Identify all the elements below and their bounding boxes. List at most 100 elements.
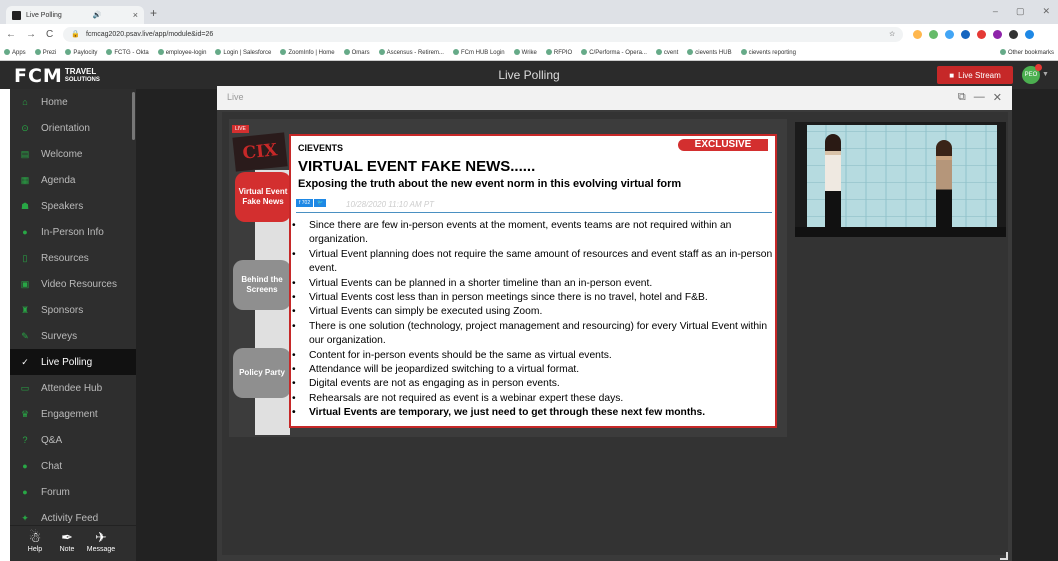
slide-bullet: Virtual Event planning does not require …: [292, 248, 776, 277]
sidebar-item-label: Chat: [41, 460, 63, 472]
tab-title: Live Polling: [26, 11, 62, 19]
bookmark-item[interactable]: ZoomInfo | Home: [280, 49, 334, 56]
video-icon: ▣: [20, 278, 30, 289]
close-window-button[interactable]: ✕: [1042, 6, 1050, 17]
extension-icon[interactable]: [1009, 29, 1019, 39]
sidebar-item-label: In-Person Info: [41, 226, 104, 238]
close-panel-icon[interactable]: ✕: [993, 91, 1002, 104]
bookmark-star-icon[interactable]: ☆: [889, 30, 895, 38]
sidebar-item-q-a[interactable]: ? Q&A: [10, 427, 136, 453]
sidebar-item-welcome[interactable]: ▤ Welcome: [10, 141, 136, 167]
note-button[interactable]: ✒ Note: [52, 528, 82, 553]
extension-icon[interactable]: [993, 29, 1003, 39]
sidebar-item-speakers[interactable]: ☗ Speakers: [10, 193, 136, 219]
users-icon: ☗: [20, 200, 30, 211]
sidebar-item-label: Speakers: [41, 200, 84, 212]
message-button[interactable]: ✈ Message: [86, 528, 116, 553]
sidebar-item-sponsors[interactable]: ♜ Sponsors: [10, 297, 136, 323]
document-icon: ▤: [20, 148, 30, 159]
sidebar-item-label: Attendee Hub: [41, 382, 103, 394]
help-button[interactable]: ☃ Help: [20, 528, 50, 553]
help-icon: ☃: [28, 529, 42, 545]
browser-chrome: Live Polling 🔊 × + – ▢ ✕ ← → C 🔒 fcmcag2…: [0, 0, 1058, 61]
sidebar-item-label: Engagement: [41, 408, 98, 420]
sidebar-item-resources[interactable]: ▯ Resources: [10, 245, 136, 271]
slide-bullet: Rehearsals are not required as event is …: [292, 392, 776, 407]
sidebar-item-attendee-hub[interactable]: ▭ Attendee Hub: [10, 375, 136, 401]
slide-bullet: Virtual Events are temporary, we just ne…: [292, 406, 776, 421]
slide-subheadline: Exposing the truth about the new event n…: [298, 178, 682, 190]
video-menu-fake-news: Virtual Event Fake News: [235, 172, 291, 222]
minimize-button[interactable]: –: [993, 6, 998, 17]
extension-icon[interactable]: [977, 29, 987, 39]
url-text: fcmcag2020.psav.live/app/module&id=26: [85, 30, 214, 38]
back-icon[interactable]: ←: [6, 29, 16, 40]
bookmark-item[interactable]: employee-login: [158, 49, 207, 56]
sidebar-item-label: Resources: [41, 252, 89, 264]
sidebar-item-video-resources[interactable]: ▣ Video Resources: [10, 271, 136, 297]
id-card-icon: ▭: [20, 382, 30, 393]
note-label: Note: [59, 546, 75, 553]
slide-date: 10/28/2020 11:10 AM PT: [346, 200, 435, 209]
speaker-icon[interactable]: 🔊: [93, 11, 102, 19]
bookmark-item[interactable]: Prezi: [35, 49, 57, 56]
resize-handle[interactable]: [1000, 552, 1008, 560]
sidebar-item-label: Orientation: [41, 122, 90, 134]
new-tab-button[interactable]: +: [150, 6, 157, 20]
url-field[interactable]: 🔒 fcmcag2020.psav.live/app/module&id=26 …: [63, 26, 904, 42]
sidebar-item-label: Agenda: [41, 174, 76, 186]
sidebar-item-forum[interactable]: ● Forum: [10, 479, 136, 505]
bookmark-item[interactable]: cievents HUB: [687, 49, 731, 56]
popout-icon[interactable]: ⧉: [958, 91, 966, 104]
bookmark-item[interactable]: FCTG - Okta: [106, 49, 148, 56]
forum-icon: ●: [22, 487, 28, 497]
sidebar-item-live-polling[interactable]: ✓ Live Polling: [10, 349, 136, 375]
sidebar-item-chat[interactable]: ● Chat: [10, 453, 136, 479]
slide-bullet: Virtual Events can be planned in a short…: [292, 277, 776, 292]
bookmark-item[interactable]: Ascensus - Retirem...: [379, 49, 444, 56]
sidebar-item-engagement[interactable]: ♛ Engagement: [10, 401, 136, 427]
bookmark-item[interactable]: RFPIO: [546, 49, 572, 56]
bookmark-item[interactable]: Omars: [344, 49, 370, 56]
extension-icon[interactable]: [961, 29, 971, 39]
minimize-panel-icon[interactable]: —: [974, 91, 985, 104]
slide-divider: [296, 212, 772, 213]
sidebar-item-label: Home: [41, 96, 68, 108]
bookmark-item[interactable]: Wrike: [514, 49, 537, 56]
sidebar-item-home[interactable]: ⌂ Home: [10, 89, 136, 115]
paper-plane-icon: ✈: [95, 529, 107, 545]
reload-icon[interactable]: C: [46, 29, 53, 40]
browser-tab[interactable]: Live Polling 🔊 ×: [6, 6, 144, 24]
bookmark-item[interactable]: FCm HUB Login: [453, 49, 505, 56]
bookmark-item[interactable]: cvent: [656, 49, 678, 56]
sidebar-item-agenda[interactable]: ▦ Agenda: [10, 167, 136, 193]
bookmark-item[interactable]: Other bookmarks: [1000, 49, 1054, 56]
live-stream-button[interactable]: ■ Live Stream: [937, 66, 1013, 84]
bookmark-item[interactable]: Paylocity: [65, 49, 97, 56]
chat-icon: ●: [22, 227, 28, 237]
extension-icon[interactable]: [929, 29, 939, 39]
tab-close-icon[interactable]: ×: [133, 10, 138, 20]
bookmark-item[interactable]: cievents reporting: [741, 49, 796, 56]
sidebar-item-in-person-info[interactable]: ● In-Person Info: [10, 219, 136, 245]
video-menu-policy-party: Policy Party: [233, 348, 291, 398]
chevron-down-icon[interactable]: ▼: [1042, 71, 1049, 78]
slide-bullet: There is one solution (technology, proje…: [292, 320, 776, 349]
sidebar-item-label: Surveys: [41, 330, 78, 342]
sidebar-scrollbar[interactable]: [132, 92, 135, 140]
sidebar-item-label: Forum: [41, 486, 70, 498]
sidebar-item-label: Welcome: [41, 148, 83, 160]
bookmark-item[interactable]: Apps: [4, 49, 26, 56]
bookmark-item[interactable]: Login | Salesforce: [215, 49, 271, 56]
maximize-button[interactable]: ▢: [1016, 6, 1025, 17]
extension-icon[interactable]: [913, 29, 923, 39]
avatar[interactable]: PEO: [1022, 64, 1042, 84]
slide-bullet: Content for in-person events should be t…: [292, 349, 776, 364]
sidebar-item-orientation[interactable]: ⊙ Orientation: [10, 115, 136, 141]
bookmark-item[interactable]: C/Performa - Opera...: [581, 49, 647, 56]
slide-bullet: Virtual Events can simply be executed us…: [292, 305, 776, 320]
extension-icon[interactable]: [945, 29, 955, 39]
profile-icon[interactable]: [1025, 29, 1035, 39]
sidebar-item-surveys[interactable]: ✎ Surveys: [10, 323, 136, 349]
forward-icon[interactable]: →: [26, 29, 36, 40]
